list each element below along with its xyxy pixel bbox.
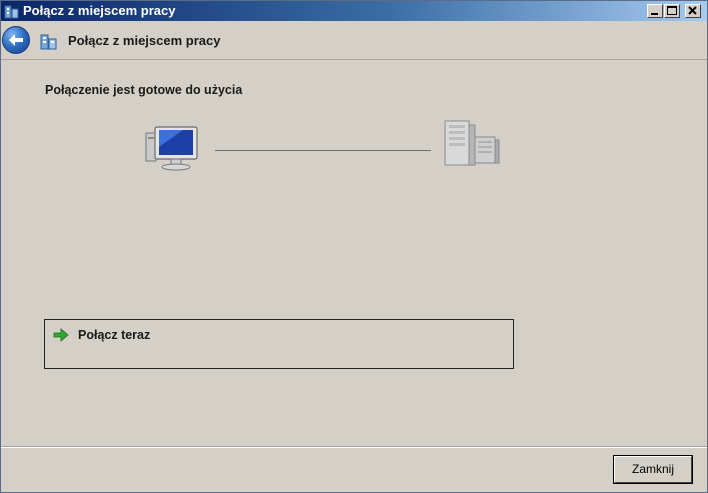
back-button[interactable] [2, 26, 30, 54]
close-icon [688, 6, 697, 15]
maximize-button[interactable] [664, 4, 680, 18]
workplace-network-icon [4, 5, 19, 19]
title-bar[interactable]: Połącz z miejscem pracy [1, 1, 707, 21]
back-arrow-icon [9, 34, 23, 46]
page-title: Połącz z miejscem pracy [68, 33, 221, 48]
workplace-network-icon [40, 34, 57, 50]
window-title: Połącz z miejscem pracy [23, 3, 176, 18]
connection-status: Połączenie jest gotowe do użycia [45, 83, 243, 97]
header-bar: Połącz z miejscem pracy [1, 21, 707, 60]
connection-line [215, 150, 431, 151]
minimize-button[interactable] [647, 4, 663, 18]
connect-now-option[interactable]: Połącz teraz [44, 319, 514, 369]
green-arrow-icon [53, 328, 69, 342]
server-icon [444, 120, 500, 166]
connect-now-label: Połącz teraz [78, 328, 151, 342]
close-button[interactable]: Zamknij [613, 455, 693, 484]
maximize-icon [667, 6, 677, 15]
close-window-button[interactable] [685, 4, 701, 18]
computer-icon [145, 126, 198, 171]
minimize-icon [651, 13, 658, 15]
footer-divider-highlight [1, 447, 707, 448]
dialog-window: Połącz z miejscem pracy Połącz z miejsce… [0, 0, 708, 493]
